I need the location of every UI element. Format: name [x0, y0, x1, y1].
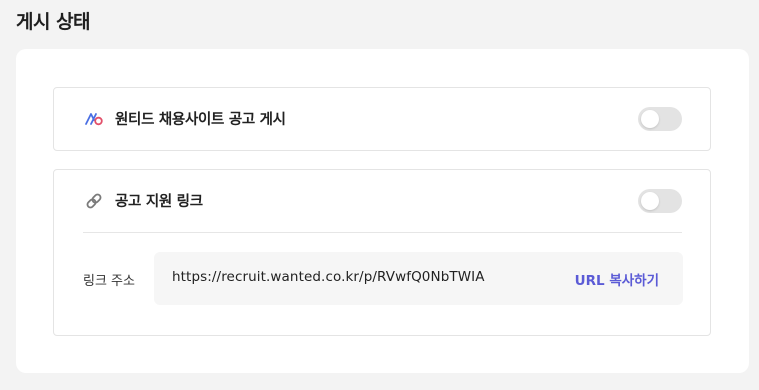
apply-link-label: 공고 지원 링크	[115, 194, 203, 210]
posting-status-card: 원티드 채용사이트 공고 게시 공고 지원 링크 링크 주소 https://r…	[16, 49, 749, 373]
wanted-posting-header: 원티드 채용사이트 공고 게시	[54, 88, 710, 150]
wanted-posting-row: 원티드 채용사이트 공고 게시	[53, 87, 711, 151]
apply-link-toggle[interactable]	[638, 189, 682, 213]
wanted-posting-toggle[interactable]	[638, 107, 682, 131]
divider	[83, 232, 682, 233]
link-address-label: 링크 주소	[83, 274, 135, 289]
link-icon	[84, 192, 104, 210]
wanted-logo-icon	[84, 110, 104, 128]
page-title: 게시 상태	[16, 11, 91, 33]
wanted-posting-label: 원티드 채용사이트 공고 게시	[115, 112, 286, 128]
apply-link-row: 공고 지원 링크 링크 주소 https://recruit.wanted.co…	[53, 169, 711, 336]
toggle-knob	[641, 192, 659, 210]
link-url-field: https://recruit.wanted.co.kr/p/RVwfQ0NbT…	[154, 252, 683, 305]
link-url-text[interactable]: https://recruit.wanted.co.kr/p/RVwfQ0NbT…	[172, 269, 485, 285]
toggle-knob	[641, 110, 659, 128]
copy-url-button[interactable]: URL 복사하기	[575, 269, 659, 289]
apply-link-header: 공고 지원 링크	[54, 170, 710, 232]
